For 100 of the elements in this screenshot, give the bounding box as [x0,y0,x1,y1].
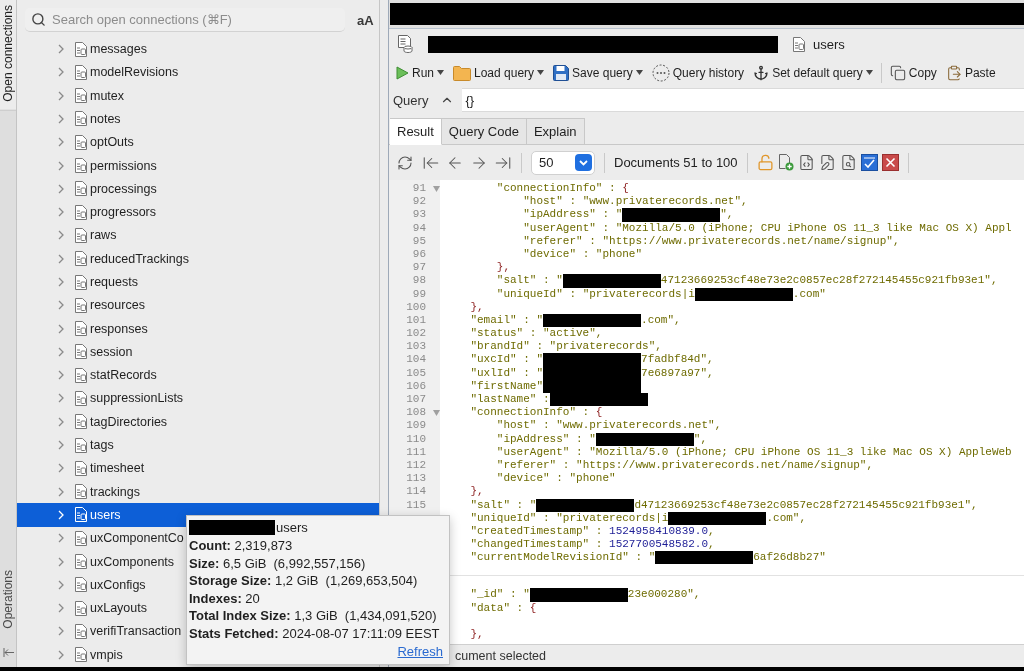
tree-item[interactable]: timesheet [58,456,145,481]
tree-item[interactable]: suppressionLists [58,386,184,411]
tree-item[interactable]: tags [58,433,114,457]
chevron-right-icon[interactable] [58,463,64,474]
json-text: "host" : "www.privaterecords.net", [523,195,748,208]
chevron-right-icon[interactable] [58,603,64,614]
run-button[interactable]: Run [395,61,445,84]
set-default-query-button[interactable]: Set default query [752,61,874,84]
chevron-right-icon[interactable] [58,90,64,101]
tree-item[interactable]: session [58,340,133,364]
tree-item[interactable]: resources [58,293,145,317]
chevron-right-icon[interactable] [58,113,64,124]
chevron-right-icon[interactable] [58,323,64,334]
tree-item[interactable]: uxComponents [58,549,175,574]
tree-item[interactable]: messages [58,37,147,61]
document-search-icon[interactable] [839,154,857,171]
query-history-button[interactable]: Query history [650,61,746,84]
fold-arrow-icon[interactable] [433,185,440,192]
tree-item[interactable]: trackings [58,480,141,504]
chevron-right-icon[interactable] [58,300,64,311]
tree-item[interactable]: raws [58,223,117,248]
padlock-icon[interactable] [756,154,774,171]
database-icon [397,35,413,53]
tree-item[interactable]: permissions [58,153,157,178]
tree-item[interactable]: tagDirectories [58,410,168,434]
result-tab[interactable]: Explain [526,118,585,145]
file-icon [74,600,88,616]
json-text: "connectionInfo" : [496,182,617,194]
chevron-right-icon[interactable] [58,416,64,427]
document-edit-icon[interactable] [818,154,836,171]
chevron-right-icon[interactable] [58,533,64,544]
chevron-right-icon[interactable] [58,277,64,287]
line-number: 106 [406,379,426,392]
load-query-button[interactable]: Load query [452,61,546,84]
side-tab[interactable]: Open connections [0,0,16,111]
search-icon [31,12,46,27]
json-text: "changedTimestamp" : [470,538,604,551]
json-text: "device" : "phone" [523,247,643,260]
side-tab[interactable]: Operations [0,565,16,637]
tree-item[interactable]: verifiTransaction [58,619,182,644]
json-text: 6af26d8b27" [753,551,826,564]
copy-button[interactable]: Copy [888,61,938,84]
file-icon [74,344,88,360]
json-text: "email" : " [470,313,544,326]
chevron-right-icon[interactable] [58,556,64,567]
tree-item[interactable]: processings [58,177,157,201]
result-tab[interactable]: Result [390,118,442,145]
tree-item[interactable]: uxLayouts [58,596,147,620]
save-query-button[interactable]: Save query [552,61,644,84]
tree-item[interactable]: optOuts [58,130,134,154]
tree-item[interactable]: statRecords [58,363,157,387]
chevron-right-icon[interactable] [58,486,64,497]
tree-item[interactable]: mutex [58,84,125,108]
fold-arrow-icon[interactable] [433,409,440,416]
file-icon [74,554,88,570]
page-size-select[interactable]: 50 [531,150,595,175]
cross-square-icon[interactable] [881,154,899,171]
line-number: 107 [406,393,426,405]
document-code-icon[interactable] [797,154,815,171]
tree-item[interactable]: notes [58,107,121,131]
query-field[interactable]: {} [462,88,1024,112]
json-text: "ipAddress" : " [496,432,596,445]
chevron-right-icon[interactable] [58,253,64,264]
refresh-link[interactable]: Refresh [397,643,443,661]
tree-item[interactable]: vmpis [58,643,123,667]
chevron-right-icon[interactable] [58,183,64,194]
json-text: .com", [641,313,681,326]
tree-item[interactable]: responses [58,316,148,341]
chevron-right-icon[interactable] [58,649,64,660]
paste-button[interactable]: Paste [944,61,997,84]
result-tab[interactable]: Query Code [441,118,527,145]
chevron-right-icon[interactable] [58,626,64,637]
chevron-right-icon[interactable] [58,440,64,451]
tree-item[interactable]: uxConfigs [58,573,146,597]
file-icon [74,484,88,500]
chevron-right-icon[interactable] [58,44,64,55]
chevron-right-icon[interactable] [58,160,64,171]
add-document-icon[interactable] [777,154,794,171]
chevron-right-icon[interactable] [58,370,64,381]
tree-item[interactable]: progressors [58,200,156,224]
chevron-right-icon[interactable] [58,207,64,218]
tree-item[interactable]: requests [58,270,138,294]
json-text: "salt" : " [496,274,563,287]
clipboard-icon [945,64,962,81]
arrow-to-bar-icon[interactable] [2,647,14,657]
chevron-right-icon[interactable] [58,137,64,148]
chevron-right-icon[interactable] [58,67,64,78]
chevron-right-icon[interactable] [58,230,64,241]
tree-item[interactable]: modelRevisions [58,60,179,84]
chevron-right-icon[interactable] [58,579,64,590]
match-case-toggle[interactable]: aA [357,12,374,28]
json-text: .com", [766,511,807,524]
refresh-icon[interactable] [397,154,413,171]
tree-item[interactable]: uxComponentCo [58,526,184,550]
chevron-right-icon[interactable] [58,393,64,404]
chevron-right-icon[interactable] [58,346,64,357]
tree-item[interactable]: reducedTrackings [58,247,189,271]
check-square-icon[interactable] [860,154,878,171]
file-icon [74,460,88,476]
file-icon [74,297,88,313]
